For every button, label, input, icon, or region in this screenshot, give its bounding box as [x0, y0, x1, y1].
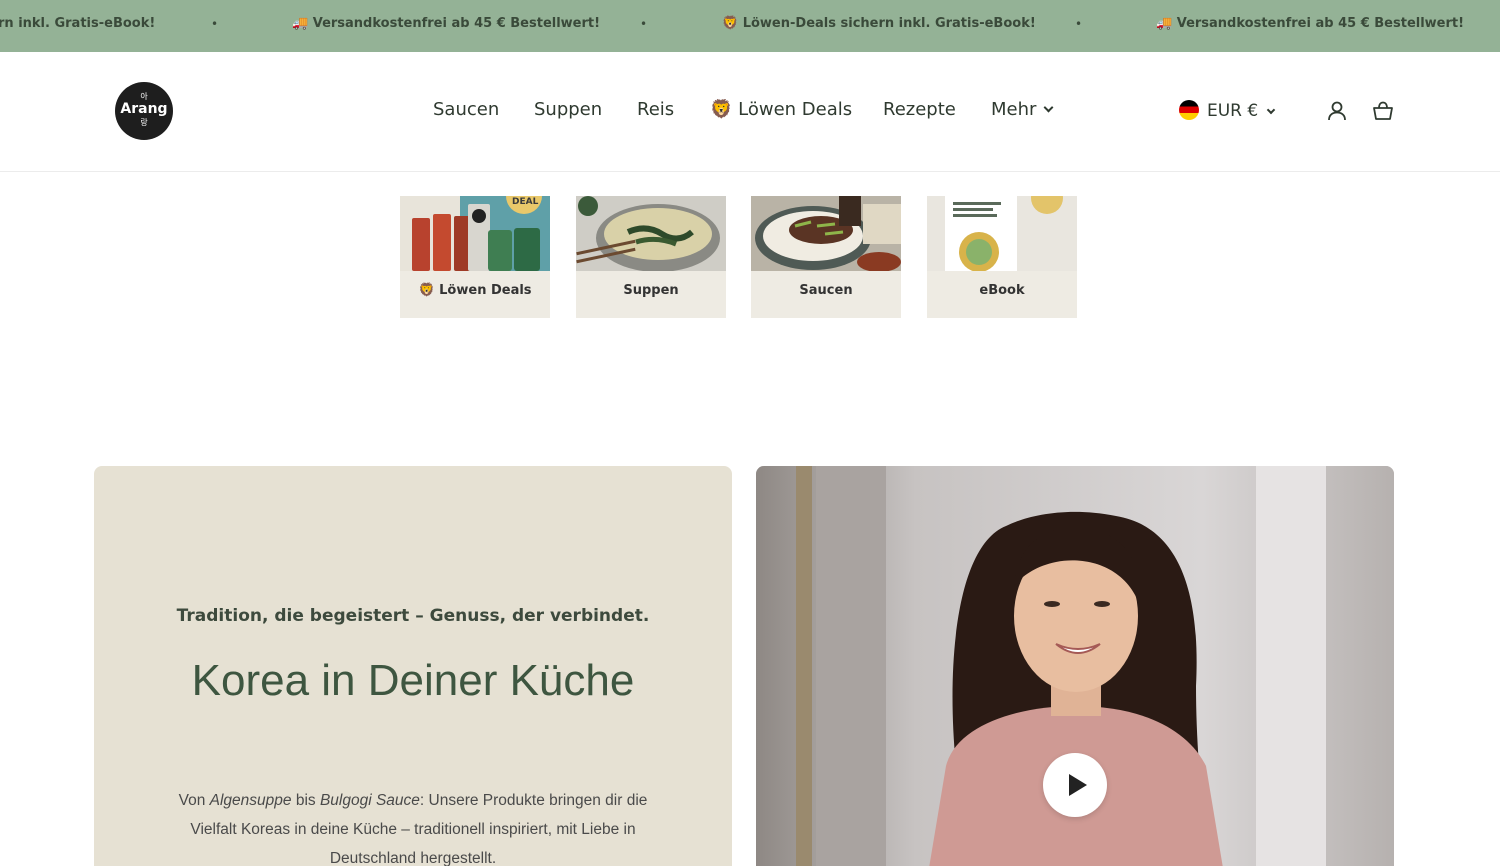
currency-label: EUR €	[1207, 101, 1259, 121]
category-tile-loewen-deals[interactable]: DEAL 🦁 Löwen Deals	[400, 196, 550, 318]
category-tile-saucen[interactable]: Saucen	[751, 196, 901, 318]
announcement-separator: •	[211, 17, 219, 31]
nav-item-saucen[interactable]: Saucen	[433, 99, 499, 120]
nav-item-suppen[interactable]: Suppen	[534, 99, 602, 120]
announcement-item: 🚚 Versandkostenfrei ab 45 € Bestellwert!	[292, 16, 601, 31]
announcement-item: 🦁 Löwen-Deals sichern inkl. Gratis-eBook…	[722, 16, 1036, 31]
nav-item-mehr-label: Mehr	[991, 99, 1037, 120]
loewen-deals-image: DEAL	[400, 196, 550, 271]
logo-korean-bottom: 랑	[140, 118, 148, 127]
hero-body-text: Von	[178, 792, 210, 809]
account-icon[interactable]	[1326, 100, 1348, 122]
chevron-down-icon	[1043, 102, 1054, 113]
chevron-down-icon	[1266, 105, 1276, 115]
saucen-image	[751, 196, 901, 271]
hero-kicker: Tradition, die begeistert – Genuss, der …	[176, 606, 650, 626]
nav-item-mehr[interactable]: Mehr	[991, 99, 1054, 120]
logo-korean-top: 아	[140, 92, 148, 101]
hero-body: Von Algensuppe bis Bulgogi Sauce: Unsere…	[174, 786, 652, 866]
cart-icon[interactable]	[1372, 100, 1394, 122]
announcement-separator: •	[1075, 17, 1083, 31]
play-button[interactable]	[1043, 753, 1107, 817]
germany-flag-icon	[1179, 100, 1199, 120]
announcement-track: rn inkl. Gratis-eBook! • 🚚 Versandkosten…	[0, 0, 1500, 52]
category-label: eBook	[979, 283, 1025, 298]
category-tile-ebook[interactable]: eBook	[927, 196, 1077, 318]
play-icon	[1069, 774, 1087, 796]
site-header: 아 Arang 랑 Saucen Suppen Reis 🦁 Löwen Dea…	[0, 52, 1500, 172]
announcement-bar: rn inkl. Gratis-eBook! • 🚚 Versandkosten…	[0, 0, 1500, 52]
deal-badge: DEAL	[512, 197, 539, 207]
announcement-item: rn inkl. Gratis-eBook!	[0, 16, 156, 31]
announcement-separator: •	[640, 17, 648, 31]
hero-body-italic: Bulgogi Sauce	[319, 792, 420, 809]
category-label: 🦁 Löwen Deals	[418, 283, 532, 298]
brand-logo[interactable]: 아 Arang 랑	[115, 82, 173, 140]
nav-item-loewen-deals[interactable]: 🦁 Löwen Deals	[710, 99, 852, 120]
nav-item-rezepte[interactable]: Rezepte	[883, 99, 956, 120]
hero-title: Korea in Deiner Küche	[191, 656, 635, 705]
hero-text-panel: Tradition, die begeistert – Genuss, der …	[94, 466, 732, 866]
currency-selector[interactable]: EUR €	[1179, 100, 1276, 121]
category-label: Saucen	[799, 283, 853, 298]
hero-body-text: bis	[291, 792, 320, 809]
suppen-image	[576, 196, 726, 271]
nav-item-reis[interactable]: Reis	[637, 99, 674, 120]
category-tile-suppen[interactable]: Suppen	[576, 196, 726, 318]
ebook-image	[927, 196, 1077, 271]
category-label: Suppen	[623, 283, 679, 298]
hero-body-italic: Algensuppe	[209, 792, 292, 809]
hero-video[interactable]	[756, 466, 1394, 866]
logo-wordmark: Arang	[120, 101, 168, 117]
announcement-item: 🚚 Versandkostenfrei ab 45 € Bestellwert!	[1156, 16, 1465, 31]
